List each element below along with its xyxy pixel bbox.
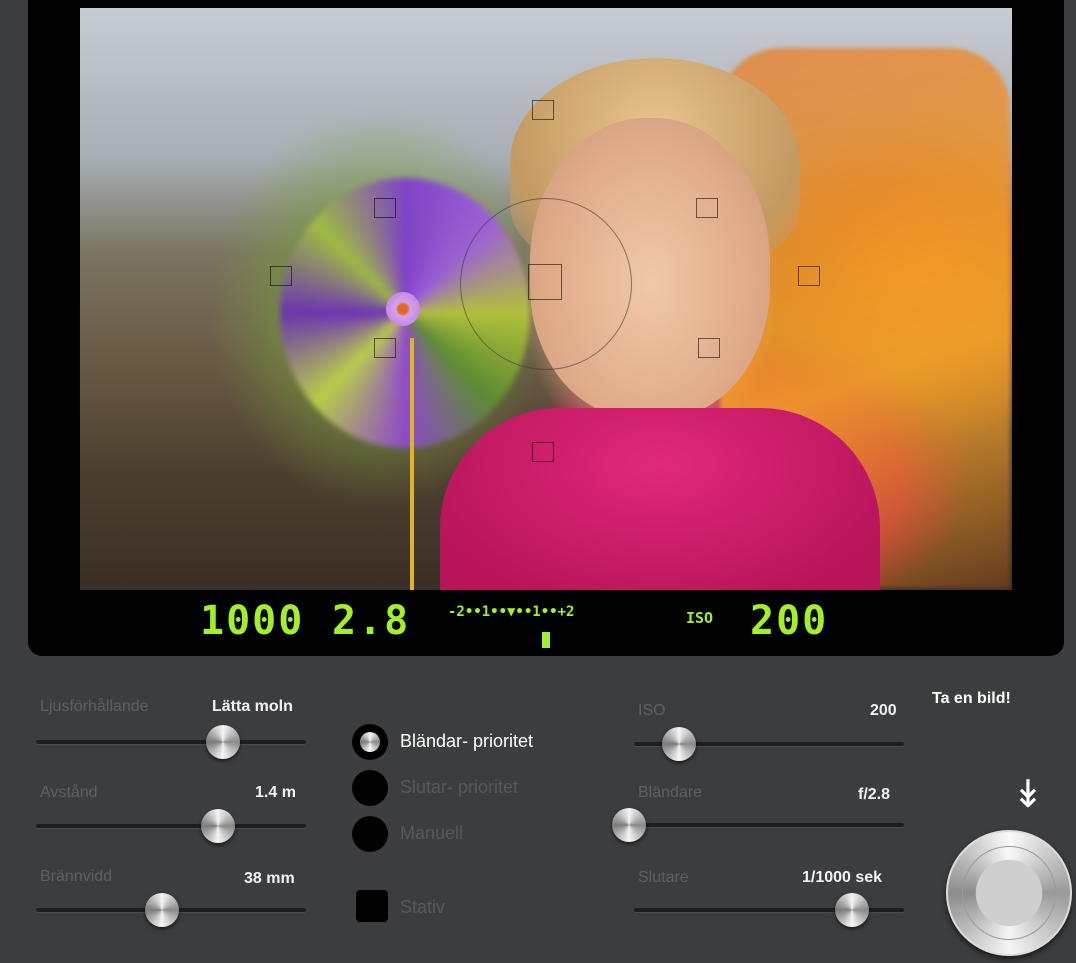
shutter-slider-knob[interactable]	[834, 893, 869, 927]
shutter-control-value: 1/1000 sek	[802, 869, 883, 886]
manual-radio[interactable]	[352, 816, 388, 852]
af-point	[696, 198, 718, 218]
af-point	[698, 338, 720, 358]
aperture-priority-label[interactable]: Bländar- prioritet	[400, 731, 533, 752]
aperture-slider-track[interactable]	[616, 823, 904, 827]
viewfinder-photo	[80, 8, 1012, 590]
distance-label: Avstånd	[40, 784, 98, 801]
manual-label[interactable]: Manuell	[400, 823, 463, 844]
aperture-priority-radio[interactable]	[352, 724, 388, 760]
shutter-priority-label[interactable]: Slutar- prioritet	[400, 777, 518, 798]
shirt	[440, 408, 880, 590]
iso-label: ISO	[686, 609, 714, 627]
shutter-button-icon[interactable]	[946, 830, 1072, 956]
distance-slider-track[interactable]	[36, 824, 306, 828]
distance-value: 1.4 m	[255, 784, 296, 801]
af-point	[798, 266, 820, 286]
exposure-meter: -2••1••▼••1••+2	[448, 604, 575, 620]
pinwheel-center	[386, 292, 420, 326]
af-point	[374, 198, 396, 218]
iso-control-value: 200	[870, 702, 897, 719]
light-label: Ljusförhållande	[40, 698, 149, 715]
tripod-label[interactable]: Stativ	[400, 897, 445, 918]
light-value: Lätta moln	[212, 698, 293, 715]
exposure-meter-needle	[542, 632, 550, 648]
af-point	[532, 442, 554, 462]
iso-slider-knob[interactable]	[662, 727, 697, 761]
shutter-control-label: Slutare	[638, 869, 689, 886]
pinwheel-pole	[410, 338, 414, 590]
shutter-priority-radio[interactable]	[352, 770, 388, 806]
down-arrow-icon: ↡	[1012, 774, 1044, 816]
iso-control-label: ISO	[638, 702, 666, 719]
light-slider-track[interactable]	[36, 740, 306, 744]
tripod-checkbox[interactable]	[356, 890, 388, 922]
shutter-readout: 1000	[200, 598, 305, 644]
focal-length-slider-knob[interactable]	[144, 893, 179, 927]
af-point	[374, 338, 396, 358]
aperture-slider-knob[interactable]	[612, 808, 646, 842]
aperture-readout: 2.8	[332, 598, 411, 644]
af-point-center	[528, 264, 562, 300]
af-point	[270, 266, 292, 286]
af-point	[532, 100, 554, 120]
iso-readout: 200	[750, 598, 829, 644]
aperture-control-label: Bländare	[638, 784, 703, 801]
take-photo-label: Ta en bild!	[932, 690, 1011, 707]
focal-length-label: Brännvidd	[40, 868, 113, 885]
light-slider-knob[interactable]	[205, 725, 240, 759]
focal-length-value: 38 mm	[244, 870, 295, 887]
aperture-control-value: f/2.8	[858, 786, 891, 803]
distance-slider-knob[interactable]	[201, 809, 236, 843]
